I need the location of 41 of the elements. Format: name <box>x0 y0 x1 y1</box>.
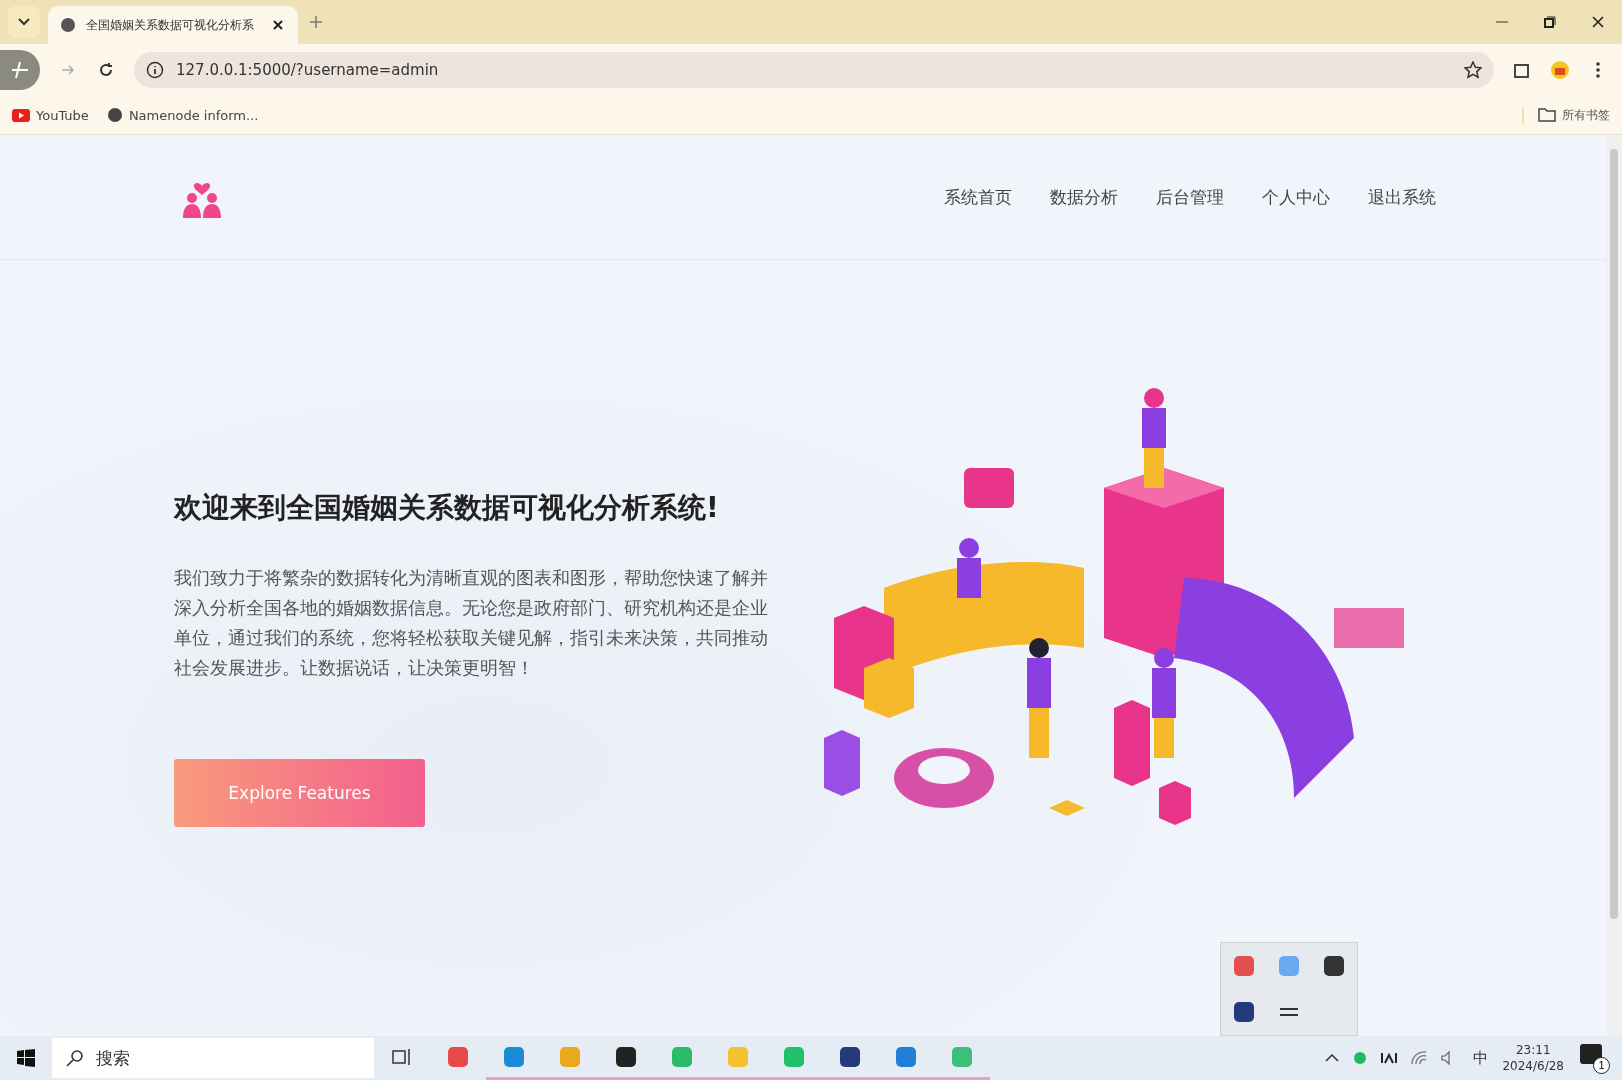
star-icon[interactable] <box>1464 61 1482 79</box>
nav-link[interactable]: 数据分析 <box>1050 185 1118 209</box>
scrollbar[interactable] <box>1606 135 1622 1036</box>
tab-list-button[interactable] <box>8 6 40 38</box>
hero-description: 我们致力于将繁杂的数据转化为清晰直观的图表和图形，帮助您快速了解并深入分析全国各地的婚姻数据信息。无论您是政府部门、研究机构还是企业单位，通过我们的系统，您将轻松获取关键见解，指引未来决策，共同推动社会发展进步。让数据说话，让决策更明智！ <box>174 567 769 680</box>
bookmark-link[interactable]: YouTube <box>12 107 89 123</box>
nav-link[interactable]: 后台管理 <box>1156 185 1224 209</box>
arrow-right-icon <box>61 63 75 77</box>
close-icon <box>1592 16 1604 28</box>
restore-icon <box>1544 16 1556 28</box>
nav-link[interactable]: 个人中心 <box>1262 185 1330 209</box>
globe-icon <box>106 107 123 123</box>
sliders-icon <box>1280 1005 1298 1019</box>
more-icon <box>1596 62 1600 78</box>
bookmark-link[interactable]: Namenode inform... <box>106 107 259 123</box>
profile-avatar[interactable] <box>0 50 40 90</box>
chevron-down-icon <box>18 18 30 26</box>
wifi-icon[interactable] <box>1411 1051 1428 1065</box>
hero-title: 欢迎来到全国婚姻关系数据可视化分析系统! <box>174 490 720 526</box>
globe-icon <box>60 17 76 33</box>
close-icon <box>273 20 283 30</box>
info-icon <box>146 61 164 79</box>
windows-logo-icon <box>17 1049 35 1067</box>
nav-link[interactable]: 系统首页 <box>944 185 1012 209</box>
url-text: 127.0.0.1:5000/?username=admin <box>176 61 440 79</box>
input-method-indicator[interactable]: 中 <box>1473 1048 1489 1068</box>
minimize-icon <box>1496 21 1508 23</box>
task-view-icon <box>392 1047 412 1066</box>
nav-link[interactable]: 退出系统 <box>1368 185 1436 209</box>
play-logo-icon <box>12 108 30 122</box>
browser-tab[interactable]: 全国婚姻关系数据可视化分析系 <box>48 6 298 44</box>
all-bookmarks-link[interactable]: 所有书签 <box>1522 106 1610 124</box>
clock[interactable]: 23:11 2024/6/28 <box>1502 1042 1564 1074</box>
taskbar-search-field[interactable]: 搜索 <box>52 1038 374 1078</box>
plus-icon <box>310 16 322 28</box>
reload-icon <box>98 62 114 78</box>
notification-center-button[interactable]: 1 <box>1578 1042 1610 1074</box>
search-icon <box>66 1049 84 1067</box>
tab-title: 全国婚姻关系数据可视化分析系 <box>86 16 255 34</box>
address-bar[interactable]: 127.0.0.1:5000/?username=admin <box>134 52 1494 88</box>
chevron-up-icon[interactable] <box>1325 1054 1340 1062</box>
